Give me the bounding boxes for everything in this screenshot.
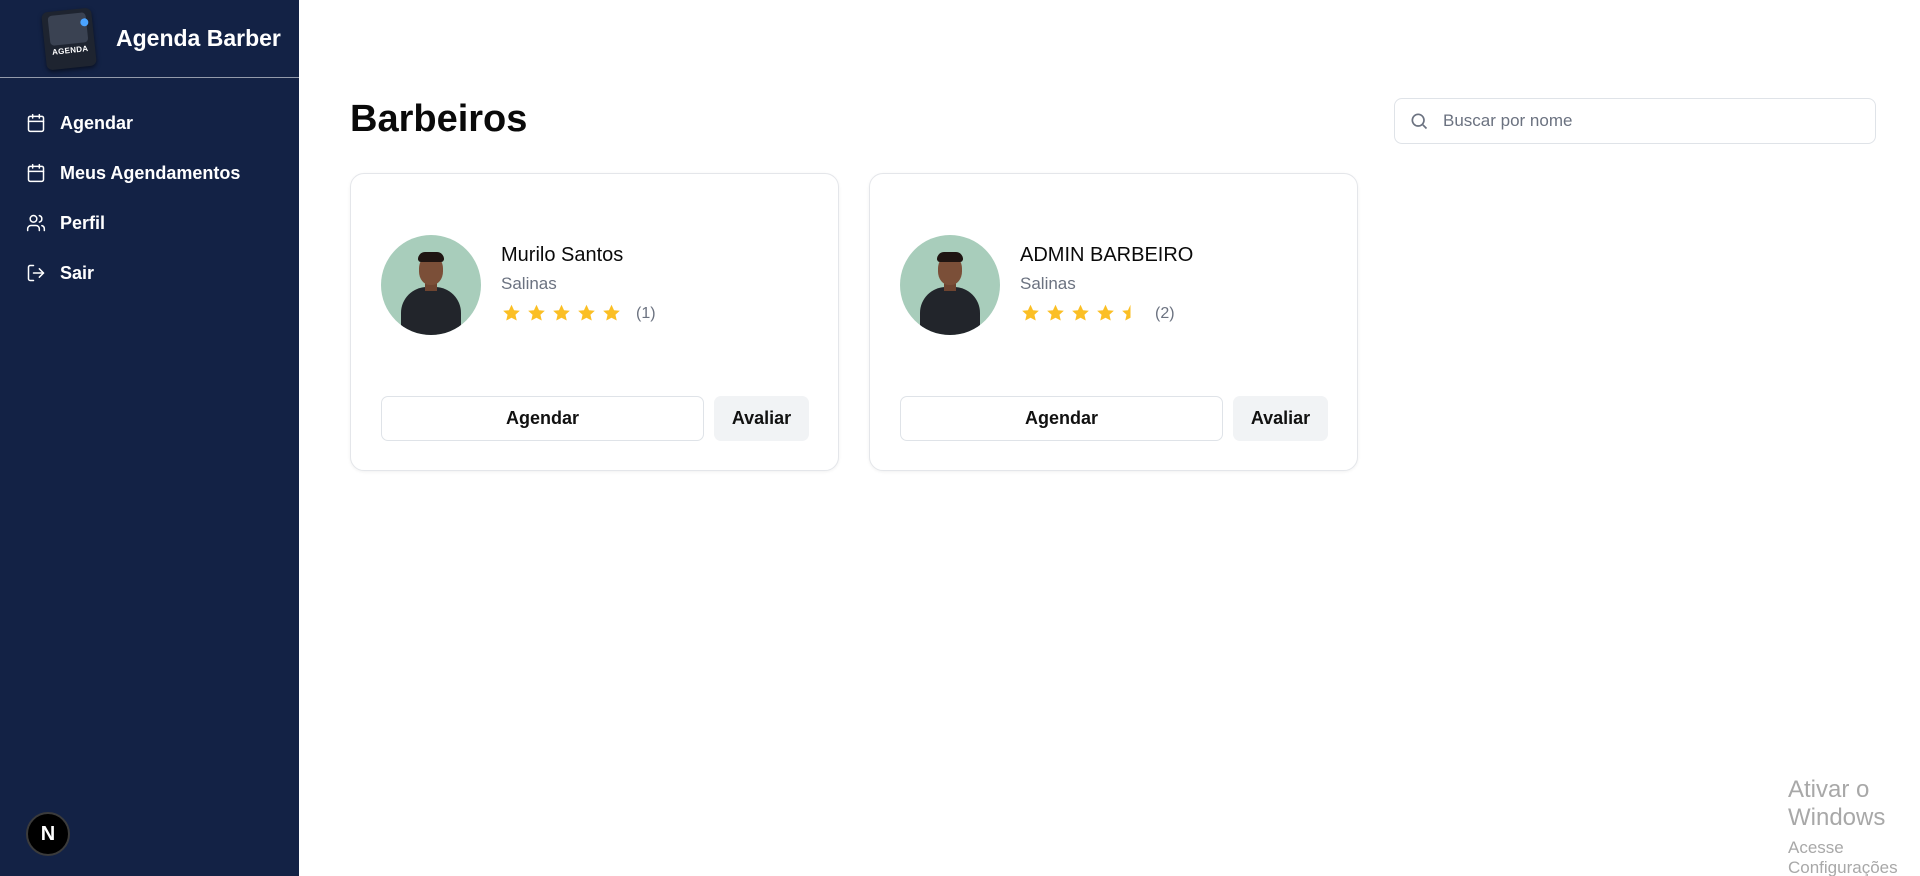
star-icon xyxy=(1122,304,1131,321)
sidebar-item-agendar[interactable]: Agendar xyxy=(0,98,299,148)
book-button[interactable]: Agendar xyxy=(900,396,1223,441)
watermark-title: Ativar o Windows xyxy=(1788,776,1886,831)
stars-container xyxy=(1020,303,1145,324)
star-icon xyxy=(578,304,595,321)
stars-container xyxy=(501,303,626,324)
barber-city: Salinas xyxy=(1020,274,1076,293)
sidebar-nav: Agendar Meus Agendamentos Perfil Sair xyxy=(0,78,299,298)
star-icon xyxy=(1072,304,1089,321)
sidebar-item-label: Meus Agendamentos xyxy=(60,162,241,183)
search-input[interactable] xyxy=(1443,111,1863,131)
search-icon xyxy=(1411,113,1428,130)
star-icon xyxy=(603,304,620,321)
barber-list: Murilo Santos Salinas (1) Agendar Avalia… xyxy=(350,173,1358,471)
review-count: (1) xyxy=(636,304,656,322)
star-icon xyxy=(503,304,520,321)
star-icon xyxy=(528,304,545,321)
app-logo: AGENDA xyxy=(41,7,97,70)
avatar xyxy=(900,235,1000,335)
brand-header: AGENDA Agenda Barber xyxy=(0,0,299,78)
star-icon xyxy=(1047,304,1064,321)
barber-card: ADMIN BARBEIRO Salinas (2) Agendar Avali… xyxy=(869,173,1358,471)
page-title: Barbeiros xyxy=(350,98,528,140)
sidebar-item-label: Agendar xyxy=(60,112,134,133)
rate-button[interactable]: Avaliar xyxy=(1233,396,1328,441)
rate-button[interactable]: Avaliar xyxy=(714,396,809,441)
avatar xyxy=(381,235,481,335)
nextjs-dev-badge[interactable]: N xyxy=(26,812,70,856)
search-box xyxy=(1394,98,1876,144)
sidebar-item-label: Perfil xyxy=(60,212,106,233)
calendar-icon xyxy=(27,163,45,183)
barber-name: Murilo Santos xyxy=(501,244,624,266)
star-rating: (2) xyxy=(1020,303,1193,324)
windows-activation-watermark: Ativar o Windows Acesse Configurações pa… xyxy=(1788,776,1920,876)
sidebar-item-sair[interactable]: Sair xyxy=(0,248,299,298)
sidebar-item-label: Sair xyxy=(60,262,95,283)
review-count: (2) xyxy=(1155,304,1175,322)
barber-info: Murilo Santos Salinas (1) xyxy=(501,244,656,324)
barber-info: ADMIN BARBEIRO Salinas (2) xyxy=(1020,244,1193,324)
sidebar: AGENDA Agenda Barber Agendar Meus Agenda… xyxy=(0,0,299,876)
star-rating: (1) xyxy=(501,303,656,324)
barber-card: Murilo Santos Salinas (1) Agendar Avalia… xyxy=(350,173,839,471)
star-icon xyxy=(1097,304,1114,321)
calendar-icon xyxy=(27,113,45,133)
sidebar-item-meus-agendamentos[interactable]: Meus Agendamentos xyxy=(0,148,299,198)
app-title: Agenda Barber xyxy=(116,25,281,51)
barber-city: Salinas xyxy=(501,274,557,293)
star-icon xyxy=(1022,304,1039,321)
watermark-subtitle: Acesse Configurações para ativar o Windo… xyxy=(1788,838,1898,876)
main-content: Barbeiros Murilo Santos Salinas (1) xyxy=(299,0,1920,876)
barber-name: ADMIN BARBEIRO xyxy=(1020,244,1194,266)
sidebar-item-perfil[interactable]: Perfil xyxy=(0,198,299,248)
star-icon xyxy=(553,304,570,321)
logout-icon xyxy=(27,264,45,282)
book-button[interactable]: Agendar xyxy=(381,396,704,441)
users-icon xyxy=(26,214,46,232)
